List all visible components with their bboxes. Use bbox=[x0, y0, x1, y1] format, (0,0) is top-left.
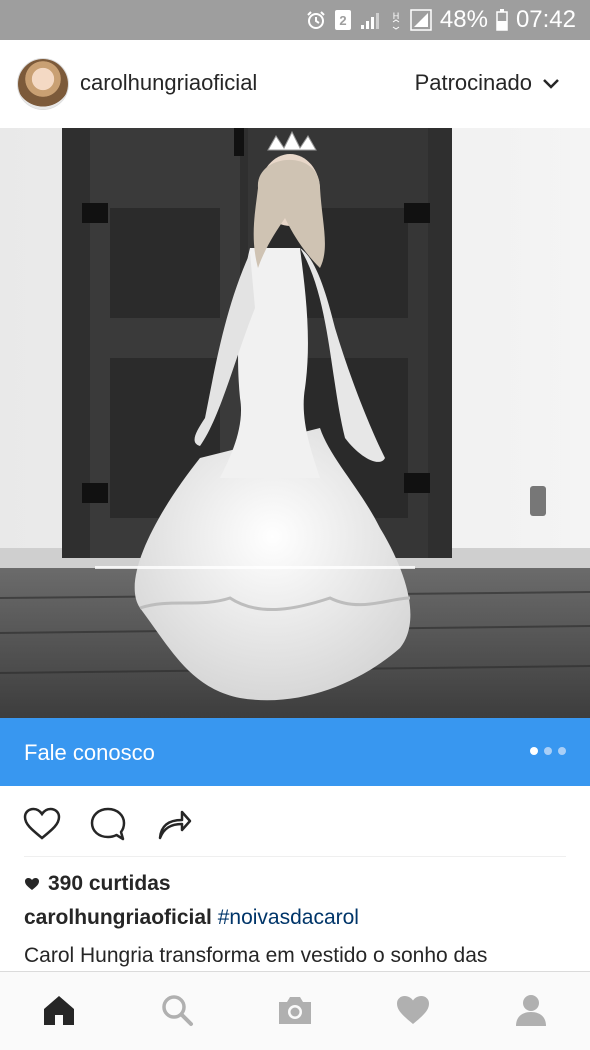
like-button[interactable] bbox=[22, 804, 62, 844]
post-header: carolhungriaoficial Patrocinado bbox=[0, 40, 590, 128]
search-icon bbox=[162, 995, 193, 1026]
alarm-icon bbox=[306, 10, 326, 30]
clock: 07:42 bbox=[515, 6, 576, 33]
sponsored-label: Patrocinado bbox=[414, 70, 532, 95]
wedding-dress-photo bbox=[0, 128, 590, 718]
carousel-dot bbox=[544, 747, 552, 755]
profile-icon bbox=[516, 995, 546, 1026]
carousel-dot bbox=[530, 747, 538, 755]
heart-icon bbox=[397, 996, 429, 1024]
share-button[interactable] bbox=[154, 804, 194, 844]
signal-icon bbox=[360, 10, 382, 30]
nav-profile[interactable] bbox=[511, 990, 551, 1030]
camera-icon bbox=[279, 997, 311, 1024]
avatar[interactable] bbox=[18, 59, 68, 109]
divider bbox=[24, 856, 566, 857]
nav-camera[interactable] bbox=[275, 990, 315, 1030]
nav-search[interactable] bbox=[157, 990, 197, 1030]
heart-icon bbox=[25, 878, 39, 890]
likes-label: 390 curtidas bbox=[48, 872, 171, 895]
battery-percent: 48% bbox=[439, 6, 488, 33]
post-username[interactable]: carolhungriaoficial bbox=[80, 70, 257, 96]
carousel-indicator bbox=[530, 747, 566, 755]
battery-icon bbox=[496, 9, 508, 31]
status-icons: 2 H 48% 07:42 bbox=[306, 0, 576, 40]
nav-activity[interactable] bbox=[393, 990, 433, 1030]
caption: carolhungriaoficial #noivasdacarol bbox=[24, 906, 359, 930]
carousel-dot bbox=[558, 747, 566, 755]
post-actions bbox=[0, 786, 590, 856]
heart-outline-icon bbox=[23, 807, 61, 840]
post-photo[interactable] bbox=[0, 128, 590, 718]
cta-bar[interactable]: Fale conosco bbox=[0, 718, 590, 786]
cta-label: Fale conosco bbox=[24, 740, 155, 765]
home-icon bbox=[44, 996, 74, 1025]
svg-text:2: 2 bbox=[339, 13, 346, 28]
sponsored-menu[interactable]: Patrocinado bbox=[415, 70, 560, 96]
caption-text: Carol Hungria transforma em vestido o so… bbox=[24, 944, 488, 967]
bottom-nav bbox=[0, 971, 590, 1050]
comment-icon bbox=[90, 807, 126, 841]
status-bar: 2 H 48% 07:42 bbox=[0, 0, 590, 40]
signal-icon bbox=[410, 9, 432, 31]
data-icon: H bbox=[390, 9, 402, 31]
nav-home[interactable] bbox=[39, 990, 79, 1030]
chevron-down-icon bbox=[542, 70, 560, 96]
caption-hashtag[interactable]: #noivasdacarol bbox=[218, 906, 359, 929]
likes-count[interactable]: 390 curtidas bbox=[24, 872, 171, 896]
share-arrow-icon bbox=[158, 810, 192, 840]
sim-2-icon: 2 bbox=[334, 9, 352, 31]
caption-username[interactable]: carolhungriaoficial bbox=[24, 906, 212, 929]
comment-button[interactable] bbox=[88, 804, 128, 844]
